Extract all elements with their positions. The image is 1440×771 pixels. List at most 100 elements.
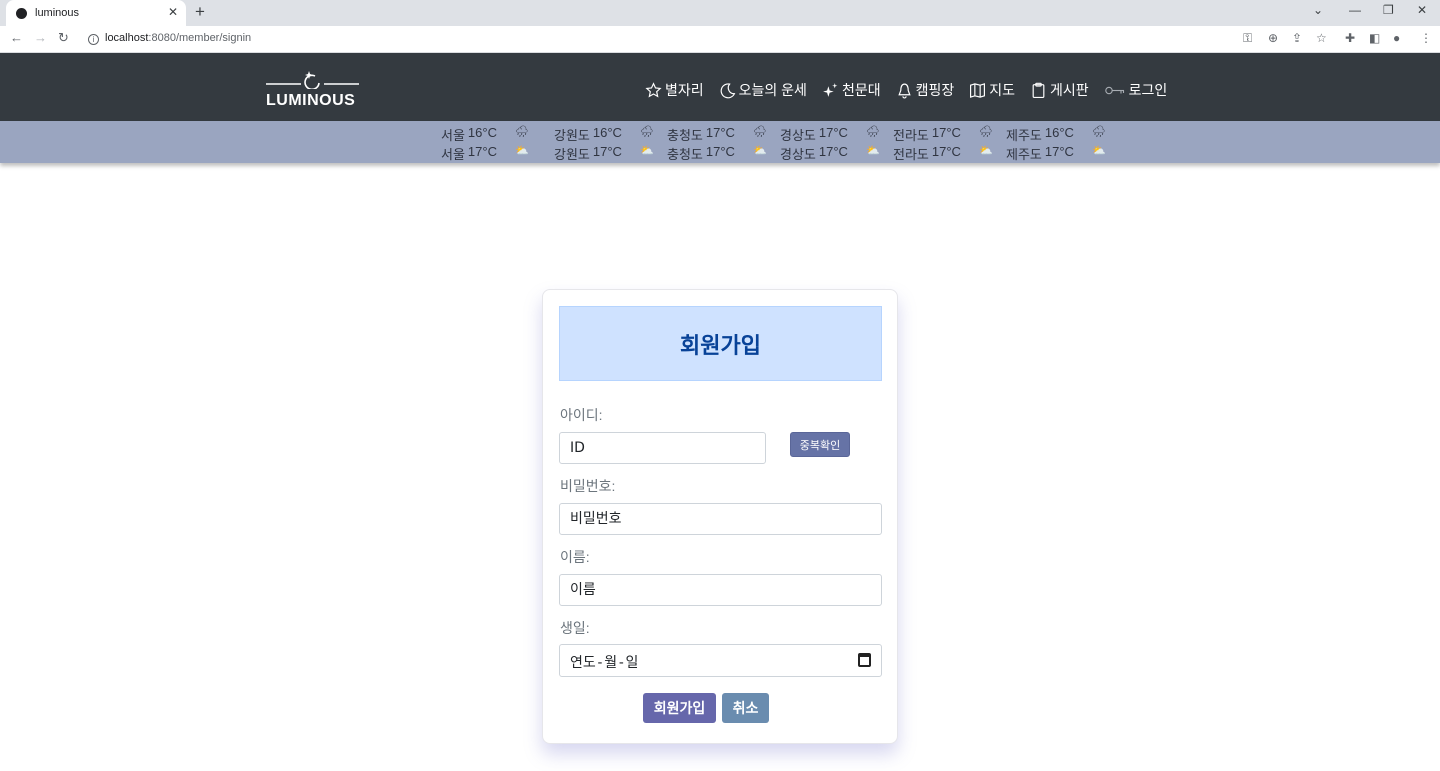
browser-menu-icon[interactable]: ⋮ bbox=[1420, 31, 1432, 45]
birth-date-input[interactable]: 연도-월-일 bbox=[559, 644, 882, 677]
cloud-rain-icon: 🌧 bbox=[1091, 126, 1106, 138]
restore-icon[interactable]: ❐ bbox=[1383, 3, 1394, 17]
nav-item-constellation[interactable]: 별자리 bbox=[645, 80, 704, 100]
sparkles-icon bbox=[823, 82, 838, 97]
site-info-icon[interactable]: i bbox=[88, 34, 99, 45]
weather-item: 서울 17°C ⛅ bbox=[441, 144, 554, 163]
sun-cloud-icon: ⛅ bbox=[1091, 145, 1106, 157]
cancel-button[interactable]: 취소 bbox=[722, 693, 769, 723]
weather-temp: 16°C bbox=[1044, 125, 1074, 140]
weather-item: 경상도 17°C ⛅ bbox=[780, 144, 893, 163]
id-input[interactable] bbox=[559, 432, 766, 464]
star-icon bbox=[645, 81, 662, 97]
sun-cloud-icon: ⛅ bbox=[752, 145, 767, 157]
weather-city: 서울 bbox=[441, 128, 465, 143]
url-host: localhost bbox=[105, 32, 149, 44]
signup-card: 회원가입 아이디: 중복확인 비밀번호: 이름: 생일: 연도-월-일 회원가입… bbox=[542, 289, 898, 744]
weather-item: 충청도 17°C 🌧 bbox=[667, 125, 780, 144]
weather-item: 제주도 16°C 🌧 bbox=[1006, 125, 1119, 144]
favicon-icon bbox=[16, 7, 27, 19]
sidepanel-icon[interactable]: ◧ bbox=[1369, 31, 1380, 45]
nav-item-login[interactable]: 로그인 bbox=[1104, 80, 1167, 100]
url-field[interactable]: i localhost:8080/member/signin bbox=[88, 32, 251, 45]
moon-sparkle-logo-icon bbox=[266, 71, 359, 89]
sun-cloud-icon: ⛅ bbox=[978, 145, 993, 157]
forward-icon[interactable]: → bbox=[34, 30, 47, 45]
cloud-rain-icon: 🌧 bbox=[865, 126, 880, 138]
weather-item: 강원도 16°C 🌧 bbox=[554, 125, 667, 144]
nav-item-observatory[interactable]: 천문대 bbox=[822, 80, 881, 100]
zoom-icon[interactable]: ⊕ bbox=[1268, 31, 1278, 45]
weather-city: 전라도 bbox=[893, 128, 929, 143]
nav-label: 천문대 bbox=[841, 82, 881, 98]
weather-strip: 서울 16°C 🌧 강원도 16°C 🌧 충청도 17°C 🌧 경상도 17°C 🌧 전라도 17°C 🌧 제… bbox=[0, 121, 1440, 163]
nav-label: 오늘의 운세 bbox=[738, 82, 807, 98]
key-icon bbox=[1104, 86, 1124, 94]
nav-item-fortune[interactable]: 오늘의 운세 bbox=[719, 80, 807, 100]
weather-temp: 17°C bbox=[818, 125, 848, 140]
tab-search-icon[interactable]: ⌄ bbox=[1313, 3, 1323, 17]
weather-temp: 16°C bbox=[467, 125, 497, 140]
password-input[interactable] bbox=[559, 503, 882, 535]
weather-item: 경상도 17°C 🌧 bbox=[780, 125, 893, 144]
weather-temp: 17°C bbox=[1044, 144, 1074, 159]
window-close-icon[interactable]: ✕ bbox=[1417, 3, 1427, 17]
sun-cloud-icon: ⛅ bbox=[865, 145, 880, 157]
main-nav: 별자리 오늘의 운세 천문대 캠핑장 지도 게시판 로그인 bbox=[645, 80, 1182, 100]
address-bar: ← → ↻ i localhost:8080/member/signin ⚿ ⊕ … bbox=[0, 26, 1440, 53]
tab-title: luminous bbox=[35, 7, 80, 19]
weather-temp: 17°C bbox=[818, 144, 848, 159]
site-logo[interactable]: LUMINOUS bbox=[265, 69, 360, 109]
profile-icon[interactable]: ● bbox=[1393, 31, 1400, 45]
cloud-rain-icon: 🌧 bbox=[978, 126, 993, 138]
key-password-icon[interactable]: ⚿ bbox=[1243, 31, 1252, 46]
weather-item: 충청도 17°C ⛅ bbox=[667, 144, 780, 163]
calendar-icon[interactable] bbox=[858, 653, 871, 667]
weather-temp: 16°C bbox=[592, 125, 622, 140]
nav-item-camping[interactable]: 캠핑장 bbox=[896, 80, 955, 100]
back-icon[interactable]: ← bbox=[10, 30, 23, 45]
birth-label: 생일: bbox=[560, 620, 590, 636]
duplicate-check-button[interactable]: 중복확인 bbox=[790, 432, 850, 457]
signup-title-box: 회원가입 bbox=[559, 306, 882, 381]
reload-icon[interactable]: ↻ bbox=[58, 30, 69, 46]
signup-submit-button[interactable]: 회원가입 bbox=[643, 693, 716, 723]
minimize-icon[interactable]: — bbox=[1349, 3, 1361, 17]
nav-item-board[interactable]: 게시판 bbox=[1030, 80, 1089, 100]
nav-item-map[interactable]: 지도 bbox=[969, 80, 1015, 100]
nav-label: 캠핑장 bbox=[915, 82, 955, 98]
weather-temp: 17°C bbox=[592, 144, 622, 159]
name-label: 이름: bbox=[560, 549, 590, 565]
site-header: LUMINOUS 별자리 오늘의 운세 천문대 캠핑장 지도 게시판 로그인 bbox=[0, 53, 1440, 121]
browser-tab[interactable]: luminous ✕ bbox=[6, 0, 186, 26]
weather-item: 서울 16°C 🌧 bbox=[441, 125, 554, 144]
clipboard-icon bbox=[1032, 82, 1045, 98]
name-input[interactable] bbox=[559, 574, 882, 606]
weather-temp: 17°C bbox=[931, 144, 961, 159]
birth-date-placeholder: 연도-월-일 bbox=[570, 655, 639, 671]
weather-city: 강원도 bbox=[554, 147, 590, 162]
new-tab-icon[interactable]: + bbox=[195, 2, 205, 22]
password-label: 비밀번호: bbox=[560, 478, 616, 494]
signup-title: 회원가입 bbox=[680, 332, 761, 358]
sun-cloud-icon: ⛅ bbox=[514, 145, 529, 157]
weather-item: 강원도 17°C ⛅ bbox=[554, 144, 667, 163]
bookmark-star-icon[interactable]: ☆ bbox=[1316, 31, 1327, 45]
cloud-rain-icon: 🌧 bbox=[514, 126, 529, 138]
weather-city: 경상도 bbox=[780, 128, 816, 143]
logo-text: LUMINOUS bbox=[266, 92, 356, 109]
url-path: :8080/member/signin bbox=[148, 32, 252, 44]
share-icon[interactable]: ⇪ bbox=[1292, 31, 1302, 45]
extensions-icon[interactable]: ✚ bbox=[1345, 31, 1355, 45]
nav-label: 별자리 bbox=[665, 82, 704, 98]
nav-label: 지도 bbox=[989, 82, 1015, 98]
weather-item: 전라도 17°C ⛅ bbox=[893, 144, 1006, 163]
cloud-rain-icon: 🌧 bbox=[639, 126, 654, 138]
weather-city: 전라도 bbox=[893, 147, 929, 162]
moon-icon bbox=[720, 82, 735, 98]
weather-city: 제주도 bbox=[1006, 147, 1042, 162]
weather-city: 충청도 bbox=[667, 147, 703, 162]
tab-close-icon[interactable]: ✕ bbox=[168, 5, 178, 19]
weather-item: 전라도 17°C 🌧 bbox=[893, 125, 1006, 144]
nav-label: 게시판 bbox=[1049, 82, 1089, 98]
